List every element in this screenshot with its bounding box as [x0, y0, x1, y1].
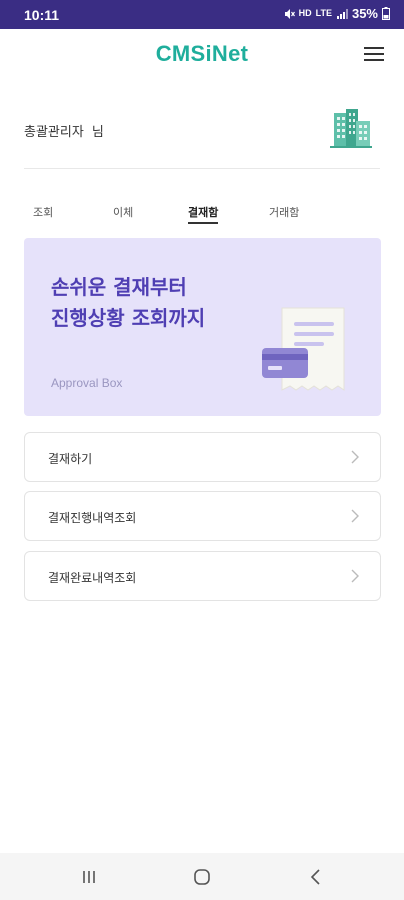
network-hd-label: HD [298, 8, 312, 18]
app-header: CMSiNet [0, 29, 404, 79]
banner-subtitle: Approval Box [51, 376, 123, 390]
status-indicators: HD LTE 35% [283, 6, 390, 21]
approval-banner: 손쉬운 결재부터 진행상황 조회까지 Approval Box [24, 238, 381, 416]
tab-approval-box[interactable]: 결재함 [188, 204, 219, 224]
status-bar: 10:11 HD LTE 35% [0, 0, 404, 29]
user-name: 총괄관리자 [24, 125, 84, 140]
receipt-card-icon [262, 307, 345, 391]
menu-item-label: 결재진행내역조회 [48, 511, 137, 525]
chevron-right-icon [351, 450, 359, 464]
status-time: 10:11 [24, 7, 60, 23]
app-logo[interactable]: CMSiNet [0, 41, 404, 67]
tab-inquiry[interactable]: 조회 [33, 204, 53, 220]
chevron-right-icon [351, 509, 359, 523]
chevron-right-icon [351, 569, 359, 583]
section-divider [24, 168, 380, 169]
menu-item-approve[interactable]: 결재하기 [24, 432, 381, 482]
user-greeting: 총괄관리자 님 [24, 121, 104, 140]
back-icon[interactable] [304, 865, 328, 889]
menu-item-approval-completed[interactable]: 결재완료내역조회 [24, 551, 381, 601]
recent-apps-icon[interactable] [77, 865, 101, 889]
banner-title-line1: 손쉬운 결재부터 [51, 275, 187, 299]
hamburger-menu-icon[interactable] [364, 46, 384, 62]
menu-item-approval-progress[interactable]: 결재진행내역조회 [24, 491, 381, 541]
home-icon[interactable] [190, 865, 214, 889]
network-lte-label: LTE [315, 8, 332, 18]
tab-bar: 조회 이체 결재함 거래함 [24, 204, 380, 226]
battery-percent: 35% [351, 6, 378, 21]
mute-icon [284, 8, 295, 19]
tab-transfer[interactable]: 이체 [113, 204, 133, 220]
building-icon [330, 109, 372, 148]
banner-title-line2: 진행상황 조회까지 [51, 306, 206, 330]
menu-item-label: 결재하기 [48, 452, 93, 466]
system-nav-bar [0, 853, 404, 900]
signal-icon [336, 8, 348, 19]
user-honorific: 님 [91, 125, 104, 140]
banner-title: 손쉬운 결재부터 진행상황 조회까지 [51, 272, 205, 334]
battery-icon [382, 7, 390, 20]
menu-item-label: 결재완료내역조회 [48, 571, 137, 585]
tab-transaction-box[interactable]: 거래함 [269, 204, 299, 220]
